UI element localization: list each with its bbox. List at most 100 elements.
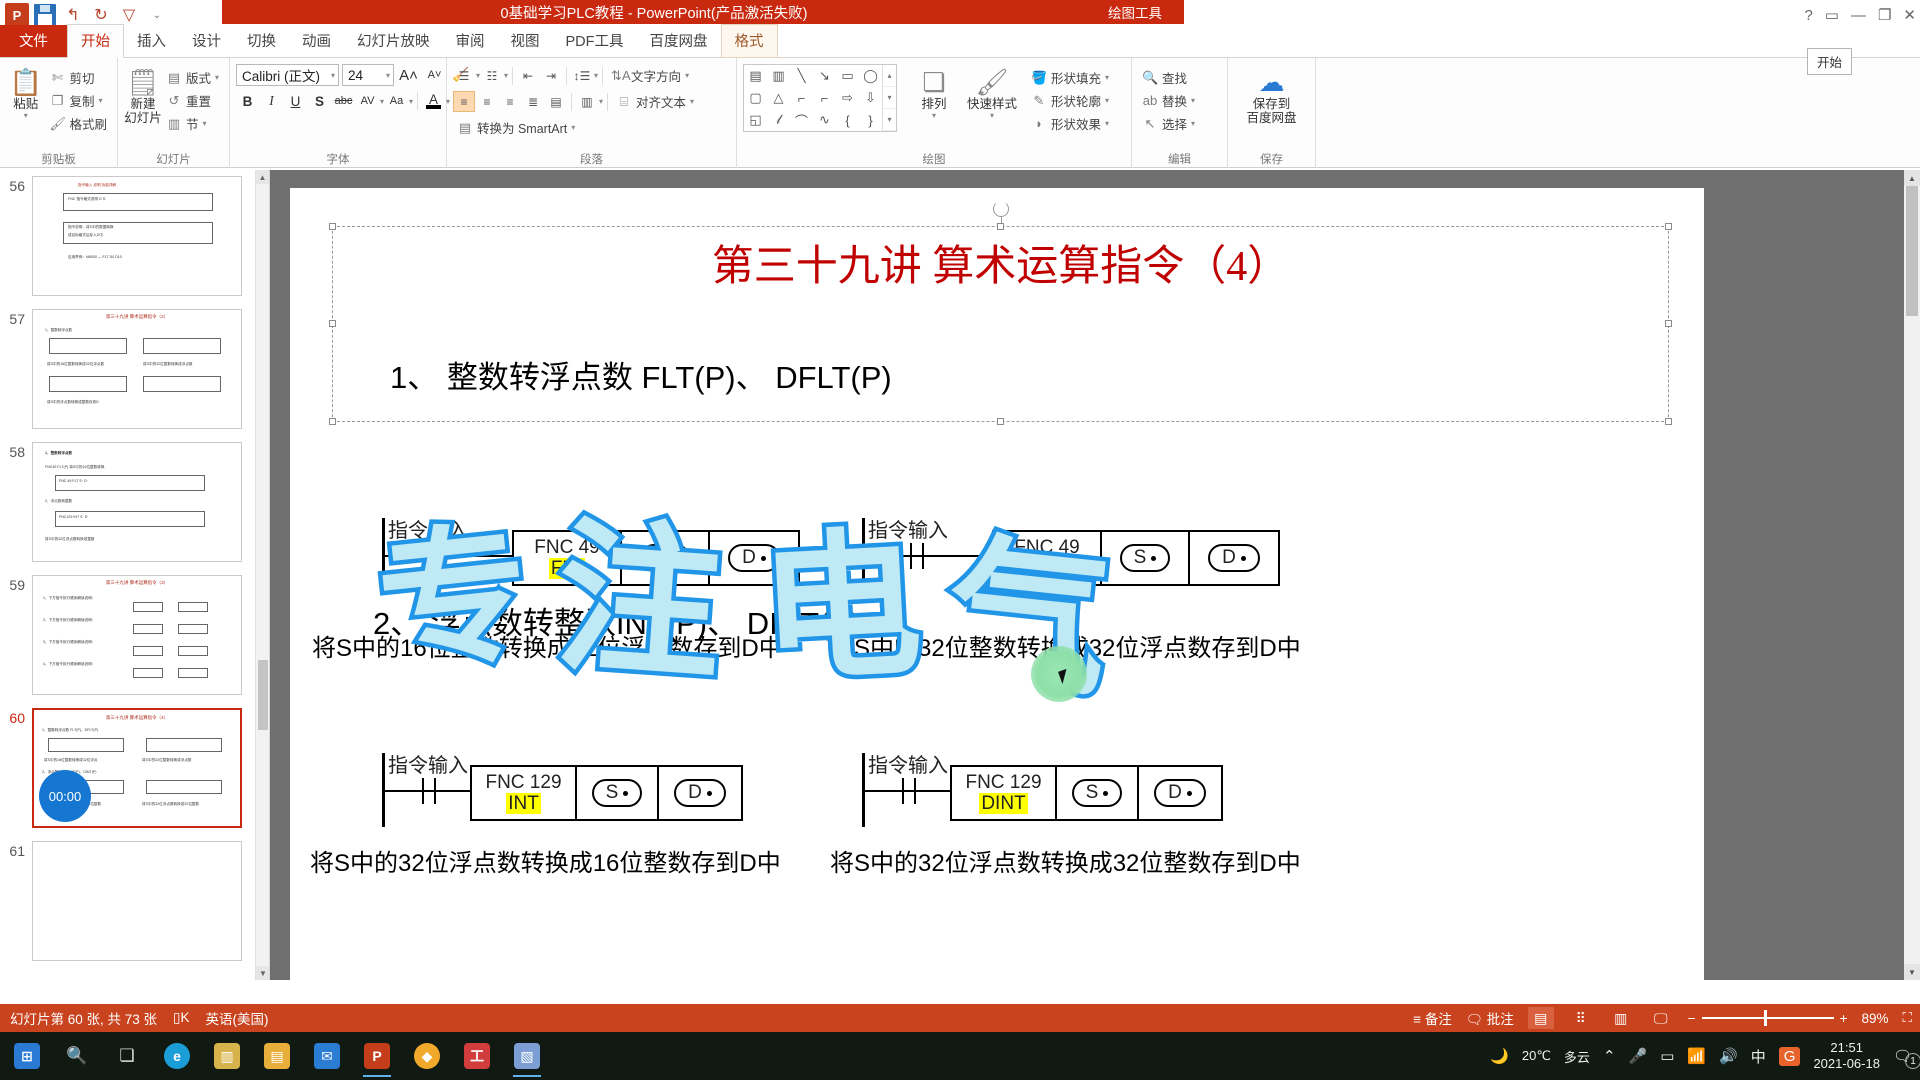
notes-button[interactable]: ≡ 备注	[1413, 1008, 1452, 1028]
ribbon-display-icon[interactable]: ▭	[1825, 6, 1839, 24]
google-icon[interactable]: G	[1778, 1046, 1801, 1066]
italic-button[interactable]: I	[260, 90, 283, 112]
restore-icon[interactable]: ❐	[1878, 6, 1891, 24]
select-button[interactable]: ↖ 选择 ▾	[1138, 112, 1199, 135]
slide-thumbnail-56[interactable]: 56 指令输入 说明 功能详解 FNC 指令格式说明 D·S· 指令说明：将S中…	[6, 176, 256, 296]
shapes-scroll-down-icon[interactable]: ▾	[883, 87, 896, 109]
ladder-diagram-int[interactable]: 指令输入 FNC 129 INT S D	[382, 753, 802, 833]
slide-scroll-down-icon[interactable]: ▼	[1904, 964, 1920, 980]
thumb-scroll-down-icon[interactable]: ▼	[256, 966, 269, 980]
volume-icon[interactable]: 🔊	[1719, 1047, 1738, 1065]
smartart-dropdown-icon[interactable]: ▾	[571, 123, 575, 132]
task-view-icon[interactable]: ❏	[104, 1034, 150, 1078]
font-name-combo[interactable]: Calibri (正文) ▾	[236, 64, 339, 86]
slide-sorter-icon[interactable]: ⠿	[1568, 1007, 1594, 1029]
handle-bottom-right[interactable]	[1665, 418, 1672, 425]
slide-thumbnail-59[interactable]: 59 第三十九讲 算术运算指令（3） 1、下方指令执行顺序解读说明： 2、下方指…	[6, 575, 256, 695]
windows-start-icon[interactable]: ⊞	[4, 1034, 50, 1078]
align-text-dropdown-icon[interactable]: ▾	[690, 97, 694, 106]
shapes-scroll-up-icon[interactable]: ▴	[883, 65, 896, 87]
taskbar-app-capture[interactable]: ▧	[504, 1034, 550, 1078]
change-case-dropdown-icon[interactable]: ▾	[409, 97, 413, 106]
decrease-indent-icon[interactable]: ⇤	[517, 65, 539, 86]
slideshow-icon[interactable]: 🖵	[1648, 1007, 1674, 1029]
paste-button[interactable]: 📋 粘贴 ▾	[6, 64, 45, 120]
convert-smartart-button[interactable]: ▤ 转换为 SmartArt ▾	[453, 116, 579, 139]
handle-top-right[interactable]	[1665, 223, 1672, 230]
tab-review[interactable]: 审阅	[443, 25, 498, 57]
slide-scroll-up-icon[interactable]: ▲	[1904, 170, 1920, 186]
shape-outline-button[interactable]: ✎ 形状轮廓 ▾	[1027, 89, 1113, 112]
ladder-diagram-flt[interactable]: 指令输入 FNC 49 FLT S D	[382, 518, 802, 598]
shape-arrow-icon[interactable]: ↘	[813, 65, 836, 87]
taskbar-app-plc[interactable]: 工	[454, 1034, 500, 1078]
taskbar-app-store[interactable]: ▥	[204, 1034, 250, 1078]
chevron-up-icon[interactable]: ⌃	[1603, 1047, 1616, 1065]
search-icon[interactable]: 🔍	[54, 1034, 100, 1078]
character-spacing-dropdown-icon[interactable]: ▾	[380, 97, 384, 106]
slide-canvas[interactable]: 第三十九讲 算术运算指令（4） 1、 整数转浮点数 FLT(P)、 DFLT(P…	[290, 188, 1704, 988]
instruction-block[interactable]: FNC 129 INT S D	[470, 765, 743, 821]
shape-textbox-icon[interactable]: ▤	[744, 65, 767, 87]
handle-top-center[interactable]	[996, 223, 1004, 230]
shape-fill-button[interactable]: 🪣 形状填充 ▾	[1027, 66, 1113, 89]
increase-indent-icon[interactable]: ⇥	[540, 65, 562, 86]
distribute-button[interactable]: ▤	[545, 91, 567, 112]
instruction-block[interactable]: FNC 49 FLT S D	[512, 530, 800, 586]
microphone-icon[interactable]: 🎤	[1629, 1047, 1648, 1065]
bullets-dropdown-icon[interactable]: ▾	[476, 71, 480, 80]
shrink-font-icon[interactable]: A˅	[423, 64, 446, 86]
shape-rectangle-icon[interactable]: ▭	[836, 65, 859, 87]
handle-top-left[interactable]	[329, 223, 336, 230]
weather-temp[interactable]: 20℃	[1522, 1048, 1551, 1064]
slide[interactable]: 第三十九讲 算术运算指令（4） 1、 整数转浮点数 FLT(P)、 DFLT(P…	[290, 188, 1704, 983]
shape-outline-dropdown-icon[interactable]: ▾	[1105, 96, 1109, 105]
tab-transitions[interactable]: 切换	[234, 25, 289, 57]
taskbar-app-mail[interactable]: ✉	[304, 1034, 350, 1078]
layout-button[interactable]: ▤ 版式 ▾	[162, 66, 223, 89]
zoom-slider[interactable]: − +	[1688, 1010, 1848, 1026]
cut-button[interactable]: ✄ 剪切	[45, 66, 111, 89]
wifi-icon[interactable]: 📶	[1687, 1047, 1706, 1065]
shape-right-arrow-icon[interactable]: ⇨	[836, 87, 859, 109]
quick-styles-button[interactable]: 🖌 快速样式 ▾	[961, 64, 1023, 120]
thumb-card[interactable]: 1、整数转浮点数 FNC49 FLT(P) 将S中的16位整数转换 FNC 49…	[32, 442, 242, 562]
reset-button[interactable]: ↺ 重置	[162, 89, 223, 112]
thumb-card[interactable]: 指令输入 说明 功能详解 FNC 指令格式说明 D·S· 指令说明：将S中的数据…	[32, 176, 242, 296]
shape-fill-dropdown-icon[interactable]: ▾	[1105, 73, 1109, 82]
replace-button[interactable]: ab 替换 ▾	[1138, 89, 1199, 112]
handle-mid-left[interactable]	[329, 320, 336, 327]
paste-dropdown-icon[interactable]: ▾	[24, 111, 28, 120]
thumb-card[interactable]: 第三十九讲 算术运算指令（2） 1、整数转浮点数 将S中的16位整数转换成32位…	[32, 309, 242, 429]
language-label[interactable]: 英语(美国)	[205, 1008, 268, 1028]
spell-check-icon[interactable]: ▯K	[173, 1010, 189, 1026]
section-dropdown-icon[interactable]: ▾	[202, 119, 206, 128]
title-placeholder[interactable]: 第三十九讲 算术运算指令（4） 1、 整数转浮点数 FLT(P)、 DFLT(P…	[329, 201, 1672, 425]
tab-home[interactable]: 开始	[67, 24, 124, 58]
replace-dropdown-icon[interactable]: ▾	[1191, 96, 1195, 105]
arrange-button[interactable]: ❏ 排列 ▾	[907, 64, 961, 120]
slide-scrollbar[interactable]: ▲ ▼	[1904, 170, 1920, 980]
slide-thumbnail-58[interactable]: 58 1、整数转浮点数 FNC49 FLT(P) 将S中的16位整数转换 FNC…	[6, 442, 256, 562]
shape-right-brace-icon[interactable]: }	[859, 109, 882, 131]
slide-thumbnail-pane[interactable]: 56 指令输入 说明 功能详解 FNC 指令格式说明 D·S· 指令说明：将S中…	[0, 170, 270, 980]
taskbar-app-vpn[interactable]: ◆	[404, 1034, 450, 1078]
shape-curve-icon[interactable]: ∿	[813, 109, 836, 131]
thumbnail-scrollbar[interactable]: ▲ ▼	[255, 170, 269, 980]
character-spacing-icon[interactable]: AV	[356, 90, 379, 112]
shape-arc-icon[interactable]: ⌒	[790, 109, 813, 131]
shape-left-brace-icon[interactable]: {	[836, 109, 859, 131]
ime-icon[interactable]: 中	[1751, 1046, 1766, 1067]
tab-design[interactable]: 设计	[179, 25, 234, 57]
section-button[interactable]: ▥ 节 ▾	[162, 112, 223, 135]
shape-line-icon[interactable]: ╲	[790, 65, 813, 87]
notification-icon[interactable]: 🗨 1	[1893, 1047, 1920, 1069]
shape-scribble-icon[interactable]: 𝓁	[767, 109, 790, 131]
zoom-out-button[interactable]: −	[1688, 1011, 1696, 1026]
taskbar-app-edge[interactable]: e	[154, 1034, 200, 1078]
taskbar-app-explorer[interactable]: ▤	[254, 1034, 300, 1078]
shape-elbow-connector-icon[interactable]: ⌐	[790, 87, 813, 109]
tab-format[interactable]: 格式	[720, 24, 778, 58]
text-direction-dropdown-icon[interactable]: ▾	[685, 71, 689, 80]
shapes-more-icon[interactable]: ▾	[883, 109, 896, 131]
